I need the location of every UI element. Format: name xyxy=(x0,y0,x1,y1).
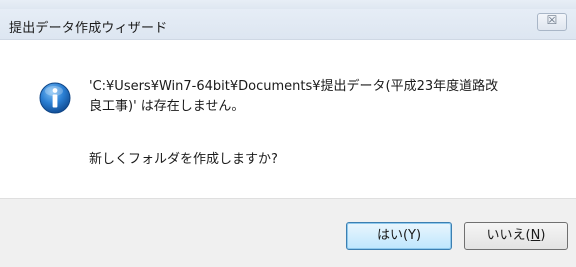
yes-button-label: はい(Y) xyxy=(376,228,422,243)
no-button-label-suffix: ) xyxy=(540,228,546,243)
message-text: 'C:¥Users¥Win7-64bit¥Documents¥提出データ(平成2… xyxy=(89,77,559,117)
no-button-mnemonic: N xyxy=(530,228,541,243)
no-button-label-prefix: いいえ( xyxy=(486,228,531,243)
close-icon: ☒ xyxy=(546,13,558,27)
message-line-1: 'C:¥Users¥Win7-64bit¥Documents¥提出データ(平成2… xyxy=(89,79,499,94)
window-title: 提出データ作成ウィザード xyxy=(9,21,168,36)
info-icon xyxy=(39,82,71,114)
yes-button[interactable]: はい(Y) xyxy=(346,222,452,250)
close-button[interactable]: ☒ xyxy=(537,13,567,31)
no-button[interactable]: いいえ(N) xyxy=(464,222,568,250)
window-top-edge xyxy=(0,0,576,9)
button-bar: はい(Y) いいえ(N) xyxy=(0,198,576,267)
title-bar: 提出データ作成ウィザード ☒ xyxy=(0,9,576,40)
dialog-content: 'C:¥Users¥Win7-64bit¥Documents¥提出データ(平成2… xyxy=(0,40,576,198)
confirmation-question: 新しくフォルダを作成しますか? xyxy=(89,152,278,167)
message-line-2: 良工事)' は存在しません。 xyxy=(89,99,245,114)
